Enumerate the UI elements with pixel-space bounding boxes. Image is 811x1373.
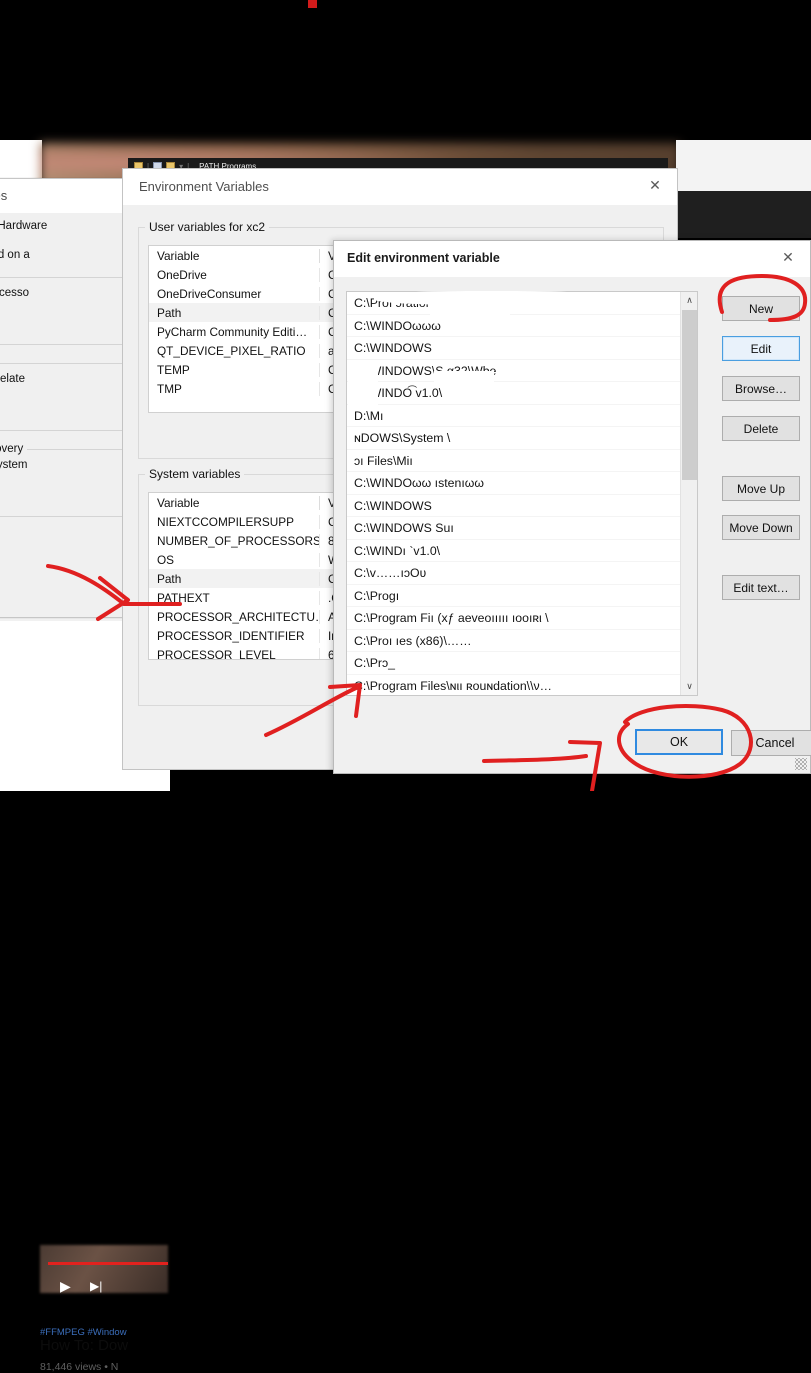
path-entry[interactable]: C:\WINDO͡ v1.0\ <box>347 382 697 405</box>
scroll-up-icon[interactable]: ∧ <box>681 292 697 309</box>
recording-dot-icon <box>308 0 317 8</box>
delete-button[interactable]: Delete <box>722 416 800 441</box>
variable-name-cell: QT_DEVICE_PIXEL_RATIO <box>157 343 306 358</box>
system-properties-body: You must be logged on a Performance Visu… <box>0 235 137 537</box>
path-entry[interactable]: C:\v……ıɔOʋ <box>347 562 697 585</box>
path-rows-container: C:\Proı ɔration\ ... C:\WINDOωωω C:\WINDOW… <box>347 292 697 696</box>
path-entry[interactable]: C:\Proı ɔration\ ... <box>347 292 697 315</box>
variable-name-cell: TEMP <box>157 362 190 377</box>
path-entry[interactable]: C:\Progı <box>347 585 697 607</box>
variable-name-cell: OS <box>157 552 175 567</box>
video-title[interactable]: How To: Dow <box>40 1337 128 1354</box>
variable-name-cell: NUMBER_OF_PROCESSORS <box>157 533 319 548</box>
scrollbar-thumb[interactable] <box>682 310 697 480</box>
path-entry[interactable]: C:\WINDOWS Suı <box>347 517 697 540</box>
system-properties-window[interactable]: System Properties Computer Name Hardware… <box>0 178 138 618</box>
startup-recovery-group: Startup and Recovery System startup, sys… <box>0 443 127 517</box>
video-progress-bar[interactable] <box>48 1262 168 1265</box>
ok-button[interactable]: OK <box>635 729 723 755</box>
edit-dialog-title: Edit environment variable <box>347 251 500 265</box>
startup-recovery-description: System startup, system <box>0 459 28 471</box>
edit-dialog-titlebar: Edit environment variable ✕ <box>334 241 810 277</box>
variable-name-cell: PATHEXT <box>157 590 210 605</box>
system-properties-title: System Properties <box>0 179 137 213</box>
edit-text-button[interactable]: Edit text… <box>722 575 800 600</box>
env-dialog-titlebar: Environment Variables ✕ <box>123 169 677 205</box>
next-video-icon[interactable]: ▶| <box>90 1280 102 1292</box>
env-dialog-title: Environment Variables <box>139 179 269 194</box>
scroll-down-icon[interactable]: ∨ <box>681 678 697 695</box>
path-list-scrollbar[interactable]: ∧ ∨ <box>680 292 697 695</box>
move-down-button[interactable]: Move Down <box>722 515 800 540</box>
path-entry[interactable]: C:\Prɔ_ <box>347 652 697 675</box>
path-entry[interactable]: ɴDOWS\System \ <box>347 427 697 450</box>
edit-button[interactable]: Edit <box>722 336 800 361</box>
close-icon[interactable]: ✕ <box>766 241 810 273</box>
system-properties-tabs[interactable]: Computer Name Hardware <box>0 213 137 235</box>
edit-environment-variable-dialog[interactable]: Edit environment variable ✕ C:\Proı ɔrat… <box>333 240 811 774</box>
path-entry[interactable]: C:\WINDOWS <box>347 495 697 517</box>
path-entry[interactable]: C:\WINDOWS\S α32\Wbe <box>347 360 697 382</box>
user-variables-label: User variables for xc2 <box>145 220 270 234</box>
dark-desktop-panel <box>676 191 811 238</box>
variable-name-cell: Path <box>157 571 182 586</box>
variable-name-cell: NIEXTCCOMPILERSUPP <box>157 514 295 529</box>
performance-description: Visual effects, processo <box>0 287 30 299</box>
variable-name-cell: PROCESSOR_ARCHITECTU… <box>157 609 319 624</box>
column-header[interactable]: Variable <box>149 249 319 263</box>
path-entry[interactable]: C:\WINDı `v1.0\ <box>347 540 697 562</box>
system-variables-label: System variables <box>145 467 245 481</box>
variable-name-cell: PROCESSOR_LEVEL <box>157 647 276 660</box>
path-entry[interactable]: ɔı Files\Miı <box>347 450 697 472</box>
close-icon[interactable]: ✕ <box>633 169 677 201</box>
path-entry[interactable]: C:\WINDOωωω <box>347 315 697 337</box>
admin-note: You must be logged on a <box>0 249 30 261</box>
variable-name-cell: PyCharm Community Editi… <box>157 324 308 339</box>
variable-name-cell: OneDriveConsumer <box>157 286 262 301</box>
play-icon[interactable]: ▶ <box>60 1279 71 1293</box>
column-header[interactable]: Variable <box>149 496 319 510</box>
path-entries-list[interactable]: C:\Proı ɔration\ ... C:\WINDOωωω C:\WINDOW… <box>346 291 698 696</box>
path-entry[interactable]: C:\WINDOWS <box>347 337 697 360</box>
startup-recovery-legend: Startup and Recovery <box>0 443 24 455</box>
video-meta: 81,446 views • N <box>40 1361 119 1373</box>
path-entry[interactable]: C:\WINDOωω ıstenıωω <box>347 472 697 495</box>
path-entry[interactable]: C:\Proı ıes (x86)\…… <box>347 630 697 652</box>
path-entry[interactable]: D:\Mı <box>347 405 697 427</box>
page-background-right <box>676 140 811 192</box>
variable-name-cell: OneDrive <box>157 267 207 282</box>
performance-group: Performance Visual effects, processo <box>0 271 127 345</box>
resize-grip[interactable] <box>795 758 807 770</box>
variable-name-cell: Path <box>157 305 182 320</box>
desktop-root: ▶ ▶| #FFMPEG #Window How To: Dow 81,446 … <box>0 0 811 1373</box>
move-up-button[interactable]: Move Up <box>722 476 800 501</box>
cancel-button[interactable]: Cancel <box>731 730 811 756</box>
variable-name-cell: PROCESSOR_IDENTIFIER <box>157 628 305 643</box>
path-entry[interactable]: C:\Program Fiı (xƒ aeveoııııı ıooıʀι \ <box>347 607 697 630</box>
user-profiles-group: User Profiles Desktop settings relate <box>0 357 127 431</box>
variable-name-cell: TMP <box>157 381 182 396</box>
tab-hardware[interactable]: Hardware <box>0 217 49 235</box>
path-entry[interactable]: C:\Program Files\ɴιı ʀouɴdation\\ν… <box>347 675 697 696</box>
user-profiles-description: Desktop settings relate <box>0 373 25 385</box>
new-button[interactable]: New <box>722 296 800 321</box>
browse-button[interactable]: Browse… <box>722 376 800 401</box>
